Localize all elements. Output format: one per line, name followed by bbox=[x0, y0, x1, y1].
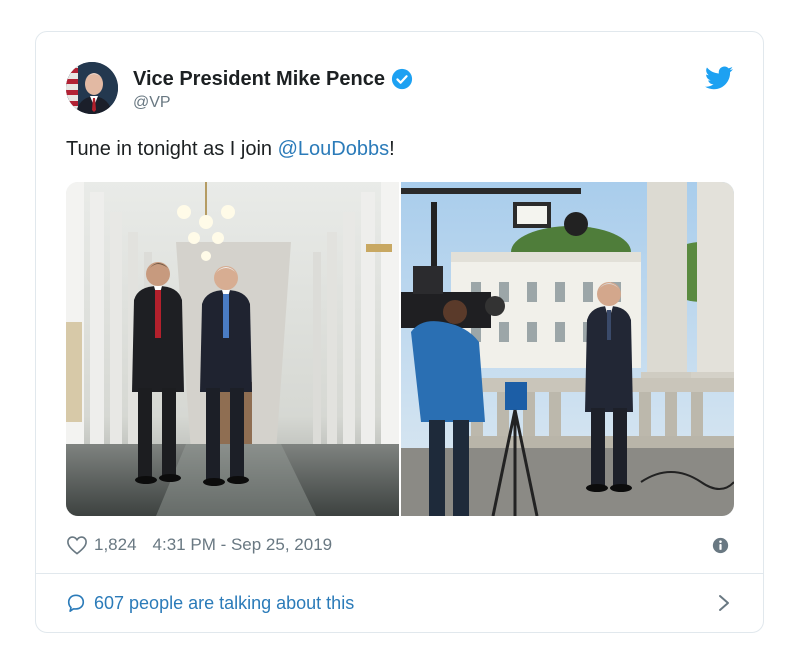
heart-icon[interactable] bbox=[66, 535, 88, 555]
tweet-card: Vice President Mike Pence @VP Tune in to… bbox=[35, 31, 764, 633]
chevron-right-icon[interactable] bbox=[717, 593, 731, 613]
timestamp[interactable]: 4:31 PM - Sep 25, 2019 bbox=[153, 535, 333, 555]
footer-divider bbox=[36, 573, 763, 574]
user-handle[interactable]: @VP bbox=[133, 94, 171, 112]
author-name-row[interactable]: Vice President Mike Pence bbox=[133, 66, 413, 92]
twitter-bird-icon[interactable] bbox=[705, 66, 733, 90]
tweet-text: Tune in tonight as I join @LouDobbs! bbox=[66, 138, 395, 161]
tweet-text-end: ! bbox=[389, 138, 395, 160]
display-name[interactable]: Vice President Mike Pence bbox=[133, 68, 385, 91]
info-icon[interactable] bbox=[712, 537, 729, 554]
conversation-link[interactable]: 607 people are talking about this bbox=[66, 590, 733, 616]
avatar[interactable] bbox=[66, 62, 118, 114]
speech-bubble-icon bbox=[67, 594, 85, 612]
like-count[interactable]: 1,824 bbox=[94, 535, 137, 555]
photo-hallway[interactable] bbox=[66, 182, 399, 516]
verified-badge-icon bbox=[391, 68, 413, 90]
talking-count-text[interactable]: 607 people are talking about this bbox=[94, 593, 354, 614]
mention-link[interactable]: @LouDobbs bbox=[278, 138, 389, 160]
tweet-meta: 1,824 4:31 PM - Sep 25, 2019 bbox=[66, 533, 332, 557]
photo-balcony[interactable] bbox=[401, 182, 734, 516]
tweet-text-body: Tune in tonight as I join bbox=[66, 138, 278, 160]
